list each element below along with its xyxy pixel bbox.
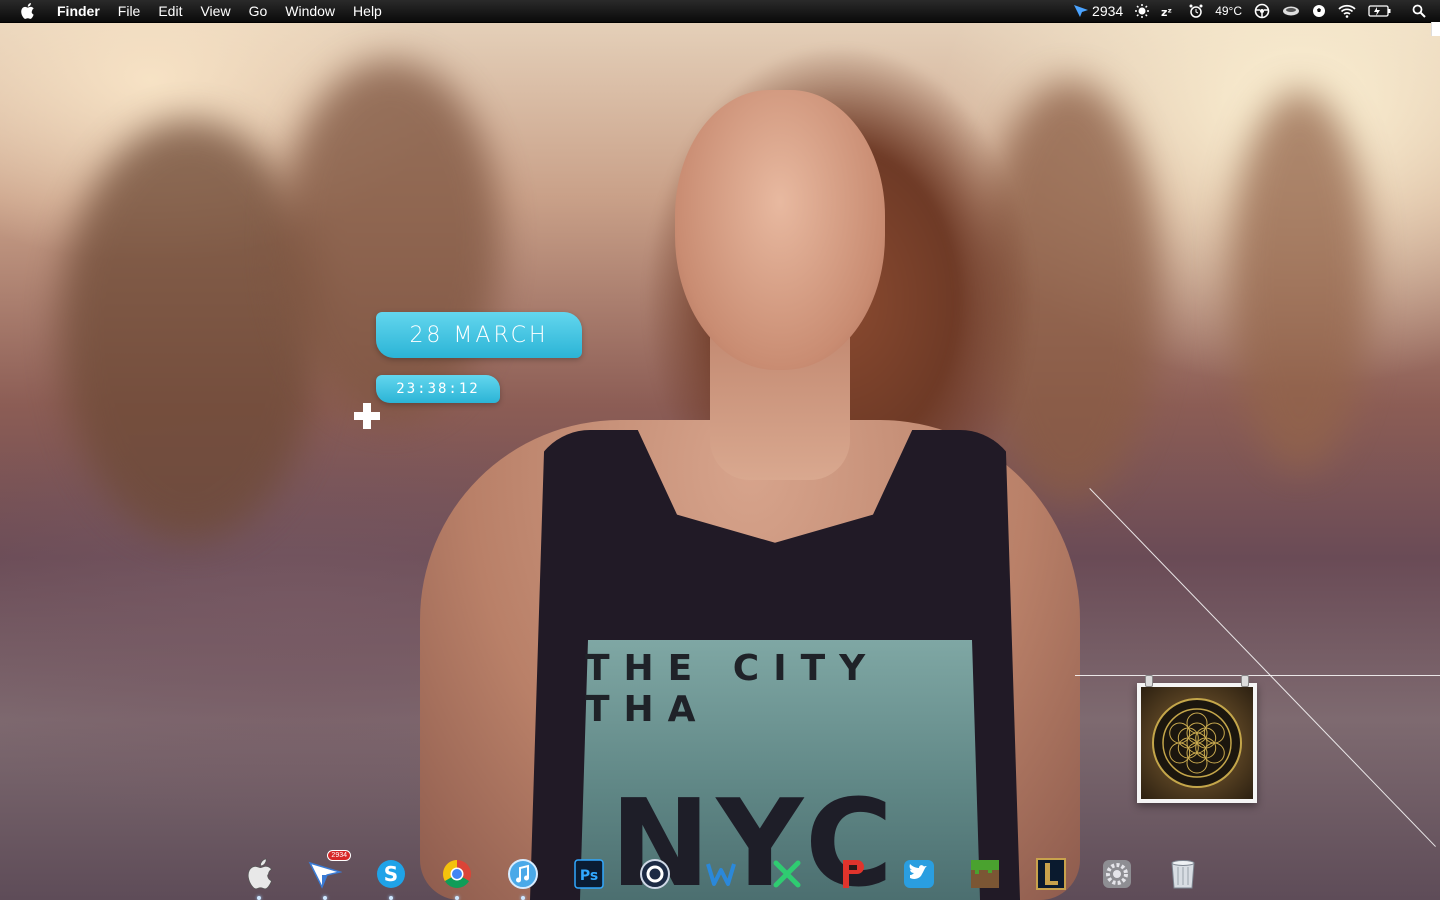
minecraft-icon — [971, 860, 999, 888]
dock-item-sparrow[interactable]: 2934 — [307, 850, 351, 900]
menu-file[interactable]: File — [109, 0, 150, 22]
soccer-ball-icon[interactable] — [1306, 0, 1332, 22]
itunes-icon — [508, 859, 538, 889]
dock-item-trash[interactable] — [1165, 856, 1201, 892]
sleep-icon[interactable]: zᶻ — [1155, 0, 1183, 22]
disk-icon[interactable] — [1276, 0, 1306, 22]
menu-help[interactable]: Help — [344, 0, 391, 22]
sparrow-icon — [1074, 5, 1089, 17]
photoshop-icon: Ps — [574, 859, 604, 889]
dock-item-photoshop[interactable]: Ps — [571, 856, 607, 892]
running-indicator — [521, 896, 525, 900]
dock-item-wunderlist[interactable] — [703, 856, 739, 892]
twitter-icon — [904, 860, 934, 888]
wallpaper-tree — [1230, 90, 1370, 470]
album-art-widget[interactable] — [1137, 675, 1257, 803]
skype-icon: S — [377, 860, 405, 888]
flower-of-life-icon — [1152, 698, 1242, 788]
add-widget-icon[interactable] — [354, 403, 380, 429]
status-area: 2934 zᶻ 49°C — [1067, 0, 1440, 22]
brightness-icon[interactable] — [1129, 0, 1155, 22]
pin-icon — [1145, 675, 1153, 687]
sparrow-icon — [308, 861, 342, 889]
gear-icon — [1103, 860, 1131, 888]
menu-bar: Finder File Edit View Go Window Help 293… — [0, 0, 1440, 23]
screen-corner — [1431, 22, 1440, 36]
dock-item-pocket[interactable] — [835, 856, 871, 892]
mail-status-item[interactable]: 2934 — [1067, 0, 1129, 22]
xmind-icon — [773, 860, 801, 888]
wifi-icon[interactable] — [1332, 0, 1362, 22]
dock: 2934 S Ps — [226, 850, 1216, 900]
svg-text:zᶻ: zᶻ — [1161, 6, 1172, 17]
temperature-status[interactable]: 49°C — [1209, 0, 1248, 22]
dock-item-league-of-legends[interactable] — [1033, 856, 1069, 892]
league-of-legends-icon — [1036, 858, 1066, 890]
running-indicator — [323, 896, 327, 900]
unread-badge: 2934 — [327, 850, 351, 861]
dock-item-skype[interactable]: S — [373, 856, 409, 900]
menu-go[interactable]: Go — [240, 0, 277, 22]
dock-item-xmind[interactable] — [769, 856, 805, 892]
dock-item-system-preferences[interactable] — [1099, 856, 1135, 892]
menu-window[interactable]: Window — [276, 0, 344, 22]
dock-item-minecraft[interactable] — [967, 856, 1003, 892]
decorative-line — [1075, 675, 1440, 676]
apple-icon — [247, 858, 273, 890]
running-indicator — [389, 896, 393, 900]
dock-item-cinema4d[interactable] — [637, 856, 673, 892]
album-cover — [1141, 687, 1253, 799]
running-indicator — [455, 896, 459, 900]
cinema4d-icon — [640, 859, 670, 889]
dock-item-itunes[interactable] — [505, 856, 541, 900]
wallpaper-shirt-text: THE CITY THA — [585, 648, 880, 730]
mail-count: 2934 — [1092, 3, 1124, 19]
menu-edit[interactable]: Edit — [149, 0, 191, 22]
time-widget: 23:38:12 — [376, 375, 500, 403]
pin-icon — [1241, 675, 1249, 687]
svg-text:S: S — [384, 862, 398, 886]
battery-icon[interactable] — [1362, 0, 1398, 22]
wallpaper-tree — [60, 120, 320, 540]
alarm-clock-icon[interactable] — [1183, 0, 1209, 22]
steering-wheel-icon[interactable] — [1248, 0, 1276, 22]
dock-item-chrome[interactable] — [439, 856, 475, 900]
dock-item-twitter[interactable] — [901, 856, 937, 892]
menu-view[interactable]: View — [191, 0, 239, 22]
chrome-icon — [443, 860, 471, 888]
apple-menu-icon[interactable] — [19, 2, 37, 20]
running-indicator — [257, 896, 261, 900]
wallpaper-tree — [280, 60, 500, 420]
trash-icon — [1171, 860, 1195, 889]
wunderlist-icon — [706, 863, 736, 886]
spotlight-search-icon[interactable] — [1398, 0, 1440, 22]
wallpaper-face — [675, 90, 885, 370]
svg-text:Ps: Ps — [580, 868, 598, 884]
dock-item-finder[interactable] — [241, 856, 277, 900]
pocket-icon — [843, 860, 864, 888]
date-widget: 28 MARCH — [376, 312, 582, 358]
menu-app-finder[interactable]: Finder — [51, 0, 109, 22]
